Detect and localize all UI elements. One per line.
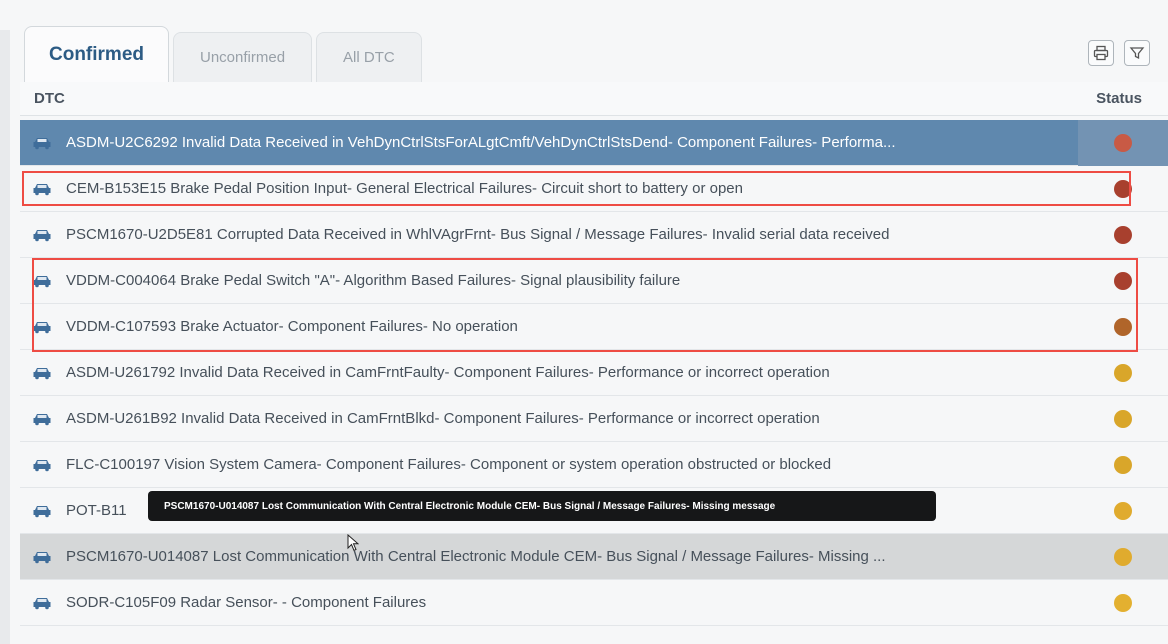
status-indicator bbox=[1114, 318, 1132, 336]
toolbar bbox=[1088, 40, 1150, 66]
table-header: DTC Status bbox=[20, 82, 1168, 116]
table-row[interactable]: ASDM-U261792 Invalid Data Received in Ca… bbox=[20, 350, 1168, 396]
status-indicator bbox=[1114, 410, 1132, 428]
car-icon bbox=[32, 274, 52, 288]
car-icon bbox=[32, 320, 52, 334]
table-row[interactable]: VDDM-C004064 Brake Pedal Switch "A"- Alg… bbox=[20, 258, 1168, 304]
table-row[interactable]: PSCM1670-U2D5E81 Corrupted Data Received… bbox=[20, 212, 1168, 258]
table-row[interactable]: ASDM-U261B92 Invalid Data Received in Ca… bbox=[20, 396, 1168, 442]
dtc-description: VDDM-C107593 Brake Actuator- Component F… bbox=[66, 318, 518, 335]
table-row[interactable]: SODR-C105F09 Radar Sensor- - Component F… bbox=[20, 580, 1168, 626]
car-icon bbox=[32, 458, 52, 472]
status-indicator bbox=[1114, 594, 1132, 612]
dtc-panel: Confirmed Unconfirmed All DTC DTC Status… bbox=[0, 0, 1168, 644]
left-edge bbox=[0, 30, 10, 644]
status-indicator bbox=[1114, 364, 1132, 382]
dtc-list: ASDM-U2C6292 Invalid Data Received in Ve… bbox=[20, 120, 1168, 626]
status-indicator bbox=[1114, 548, 1132, 566]
dtc-description: CEM-B153E15 Brake Pedal Position Input- … bbox=[66, 180, 743, 197]
car-icon bbox=[32, 136, 52, 150]
tooltip: PSCM1670-U014087 Lost Communication With… bbox=[148, 491, 936, 521]
car-icon bbox=[32, 550, 52, 564]
status-cell bbox=[1078, 350, 1168, 396]
dtc-description: VDDM-C004064 Brake Pedal Switch "A"- Alg… bbox=[66, 272, 681, 289]
status-cell bbox=[1078, 396, 1168, 442]
status-cell bbox=[1078, 488, 1168, 534]
status-cell bbox=[1078, 212, 1168, 258]
car-icon bbox=[32, 228, 52, 242]
dtc-description: ASDM-U2C6292 Invalid Data Received in Ve… bbox=[66, 134, 896, 151]
dtc-description: PSCM1670-U2D5E81 Corrupted Data Received… bbox=[66, 226, 890, 243]
dtc-description: FLC-C100197 Vision System Camera- Compon… bbox=[66, 456, 832, 473]
dtc-description: SODR-C105F09 Radar Sensor- - Component F… bbox=[66, 594, 427, 611]
car-icon bbox=[32, 412, 52, 426]
status-indicator bbox=[1114, 502, 1132, 520]
tab-confirmed[interactable]: Confirmed bbox=[24, 26, 169, 82]
dtc-description: POT-B11 bbox=[66, 502, 127, 519]
column-header-dtc[interactable]: DTC bbox=[34, 90, 65, 107]
dtc-description: ASDM-U261B92 Invalid Data Received in Ca… bbox=[66, 410, 820, 427]
mouse-cursor-icon bbox=[347, 534, 359, 552]
printer-icon bbox=[1093, 45, 1109, 61]
filter-icon bbox=[1129, 47, 1145, 60]
print-button[interactable] bbox=[1088, 40, 1114, 66]
status-cell bbox=[1078, 534, 1168, 580]
dtc-description: ASDM-U261792 Invalid Data Received in Ca… bbox=[66, 364, 830, 381]
filter-button[interactable] bbox=[1124, 40, 1150, 66]
tab-all-dtc[interactable]: All DTC bbox=[316, 32, 422, 82]
tab-unconfirmed[interactable]: Unconfirmed bbox=[173, 32, 313, 82]
status-cell bbox=[1078, 166, 1168, 212]
table-row[interactable]: PSCM1670-U014087 Lost Communication With… bbox=[20, 534, 1168, 580]
tab-bar: Confirmed Unconfirmed All DTC bbox=[24, 24, 426, 82]
status-indicator bbox=[1114, 272, 1132, 290]
column-header-status[interactable]: Status bbox=[1096, 90, 1142, 107]
status-cell bbox=[1078, 120, 1168, 166]
table-row[interactable]: CEM-B153E15 Brake Pedal Position Input- … bbox=[20, 166, 1168, 212]
car-icon bbox=[32, 504, 52, 518]
status-cell bbox=[1078, 442, 1168, 488]
dtc-description: PSCM1670-U014087 Lost Communication With… bbox=[66, 548, 886, 565]
status-indicator bbox=[1114, 180, 1132, 198]
status-cell bbox=[1078, 580, 1168, 626]
status-indicator bbox=[1114, 456, 1132, 474]
status-indicator bbox=[1114, 226, 1132, 244]
table-row[interactable]: ASDM-U2C6292 Invalid Data Received in Ve… bbox=[20, 120, 1168, 166]
status-indicator bbox=[1114, 134, 1132, 152]
table-row[interactable]: FLC-C100197 Vision System Camera- Compon… bbox=[20, 442, 1168, 488]
car-icon bbox=[32, 366, 52, 380]
status-cell bbox=[1078, 258, 1168, 304]
table-row[interactable]: VDDM-C107593 Brake Actuator- Component F… bbox=[20, 304, 1168, 350]
status-cell bbox=[1078, 304, 1168, 350]
car-icon bbox=[32, 182, 52, 196]
car-icon bbox=[32, 596, 52, 610]
